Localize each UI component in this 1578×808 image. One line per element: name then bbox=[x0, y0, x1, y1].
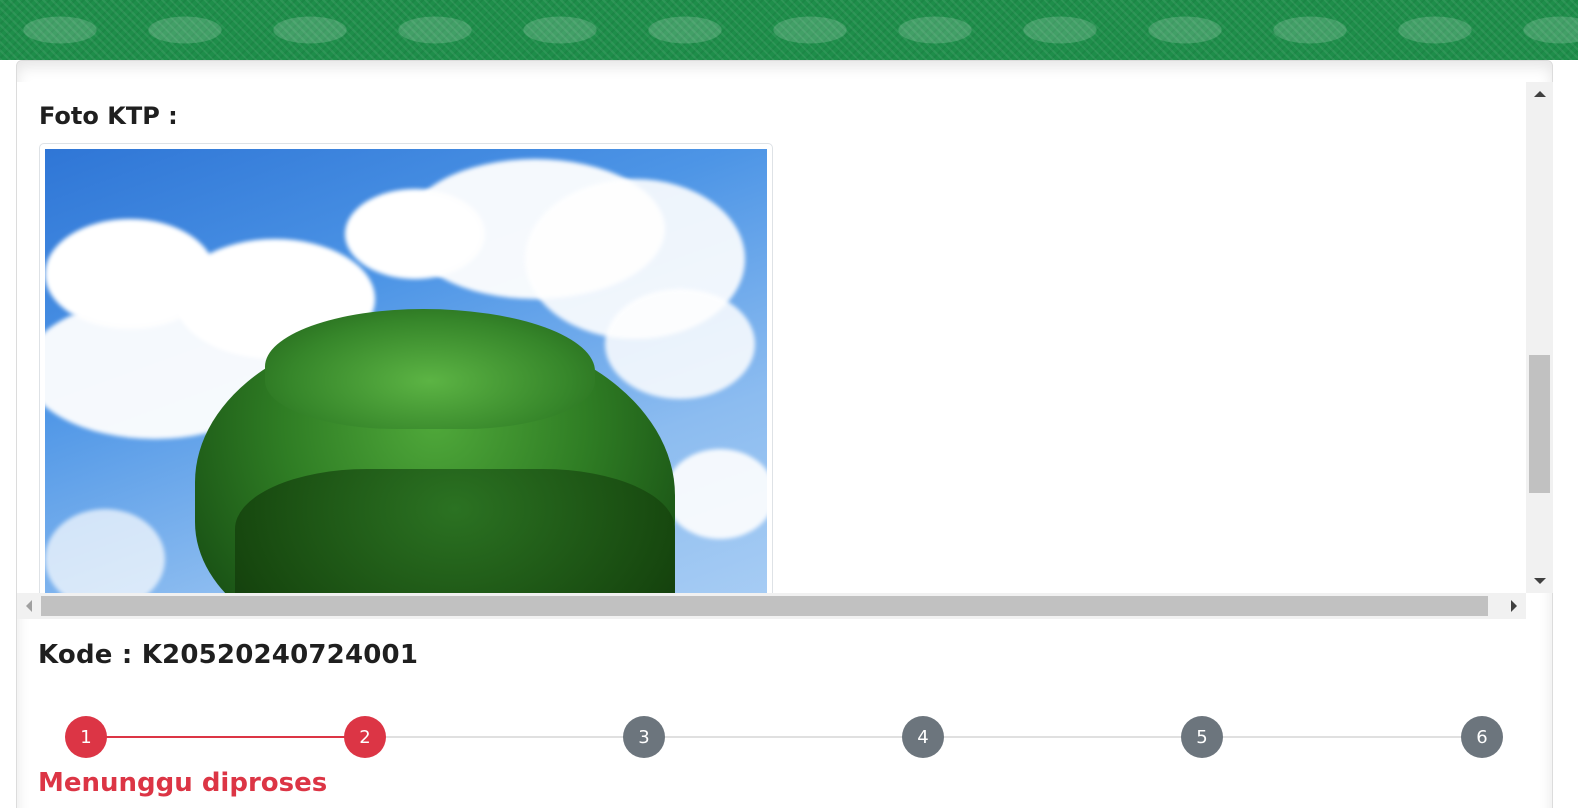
step-5: 5 bbox=[1181, 716, 1223, 758]
step-connector-2-3 bbox=[365, 736, 644, 738]
status-text: Menunggu diproses bbox=[38, 768, 328, 798]
cloud-shape bbox=[605, 289, 755, 399]
kode-label: Kode : K20520240724001 bbox=[38, 640, 419, 670]
step-3: 3 bbox=[623, 716, 665, 758]
step-connector-4-5 bbox=[923, 736, 1202, 738]
cloud-shape bbox=[45, 509, 165, 593]
step-6: 6 bbox=[1461, 716, 1503, 758]
step-connector-3-4 bbox=[644, 736, 923, 738]
photo-scroll-container[interactable]: Foto KTP : bbox=[17, 82, 1526, 593]
cloud-shape bbox=[665, 449, 767, 539]
scroll-left-arrow-icon[interactable] bbox=[26, 600, 32, 612]
ktp-photo-frame bbox=[39, 143, 773, 593]
vertical-scroll-thumb[interactable] bbox=[1529, 355, 1550, 493]
step-connector-5-6 bbox=[1202, 736, 1482, 738]
vertical-scrollbar[interactable] bbox=[1526, 82, 1553, 593]
scroll-down-arrow-icon[interactable] bbox=[1534, 578, 1546, 584]
step-2: 2 bbox=[344, 716, 386, 758]
header-pattern-banner bbox=[0, 0, 1578, 60]
horizontal-scroll-thumb[interactable] bbox=[41, 596, 1488, 616]
progress-stepper: 1 2 3 4 5 6 bbox=[0, 714, 1578, 760]
ktp-photo bbox=[45, 149, 767, 593]
tree-crown-lower bbox=[235, 469, 675, 593]
tree-crown-top bbox=[265, 309, 595, 429]
horizontal-scrollbar[interactable] bbox=[17, 593, 1526, 619]
scroll-right-arrow-icon[interactable] bbox=[1511, 600, 1517, 612]
section-title: Foto KTP : bbox=[39, 102, 178, 130]
step-4: 4 bbox=[902, 716, 944, 758]
scroll-up-arrow-icon[interactable] bbox=[1534, 91, 1546, 97]
step-connector-1-2 bbox=[86, 736, 365, 738]
step-1: 1 bbox=[65, 716, 107, 758]
